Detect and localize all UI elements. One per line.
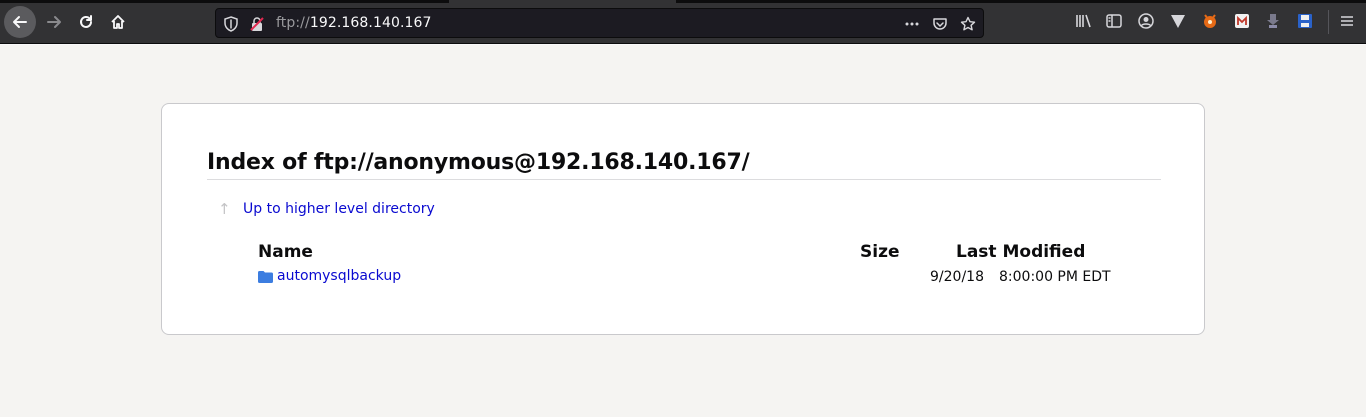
- column-header-size[interactable]: Size: [860, 242, 900, 262]
- address-bar[interactable]: ftp://192.168.140.167: [215, 8, 984, 38]
- pocket-icon[interactable]: [932, 16, 948, 32]
- home-button[interactable]: [102, 6, 134, 38]
- star-icon[interactable]: [960, 16, 976, 32]
- reload-icon: [80, 15, 92, 28]
- hamburger-menu-icon[interactable]: [1338, 12, 1356, 30]
- vpn-shield-icon[interactable]: [1169, 12, 1187, 30]
- url-text[interactable]: ftp://192.168.140.167: [276, 15, 432, 31]
- up-arrow-icon: ↑: [218, 200, 231, 218]
- insecure-lock-icon[interactable]: [249, 16, 265, 32]
- page-content: Index of ftp://anonymous@192.168.140.167…: [0, 45, 1366, 417]
- account-icon[interactable]: [1137, 12, 1155, 30]
- back-arrow-icon: [13, 16, 27, 28]
- modified-time: 8:00:00 PM EDT: [999, 269, 1111, 285]
- page-title: Index of ftp://anonymous@192.168.140.167…: [207, 150, 1161, 180]
- back-button[interactable]: [4, 6, 36, 38]
- toolbar-separator: [1328, 10, 1329, 34]
- folder-icon: [258, 271, 273, 283]
- up-directory-link[interactable]: Up to higher level directory: [243, 201, 435, 217]
- table-row: automysqlbackup 9/20/18 8:00:00 PM EDT: [258, 268, 1158, 290]
- save-icon[interactable]: [1296, 12, 1314, 30]
- url-host: 192.168.140.167: [309, 15, 432, 31]
- forward-button[interactable]: [38, 6, 70, 38]
- more-dots-icon[interactable]: [904, 16, 920, 32]
- tabstrip-edge: [0, 0, 449, 3]
- wappalyzer-icon[interactable]: [1233, 12, 1251, 30]
- column-header-name[interactable]: Name: [258, 242, 313, 262]
- modified-date: 9/20/18: [930, 269, 984, 285]
- directory-listing-card: Index of ftp://anonymous@192.168.140.167…: [161, 103, 1205, 335]
- foxyproxy-icon[interactable]: [1201, 12, 1219, 30]
- home-icon: [111, 15, 125, 29]
- directory-link[interactable]: automysqlbackup: [277, 268, 401, 284]
- forward-arrow-icon: [47, 16, 61, 28]
- cookie-editor-icon[interactable]: [1264, 12, 1282, 30]
- sidebar-icon[interactable]: [1105, 12, 1123, 30]
- tabstrip-edge: [676, 0, 1366, 3]
- shield-icon[interactable]: [223, 16, 239, 32]
- column-header-last-modified[interactable]: Last Modified: [956, 242, 1085, 262]
- reload-button[interactable]: [70, 6, 102, 38]
- library-icon[interactable]: [1074, 12, 1092, 30]
- browser-toolbar: ftp://192.168.140.167: [0, 0, 1366, 44]
- url-scheme: ftp://: [276, 15, 310, 31]
